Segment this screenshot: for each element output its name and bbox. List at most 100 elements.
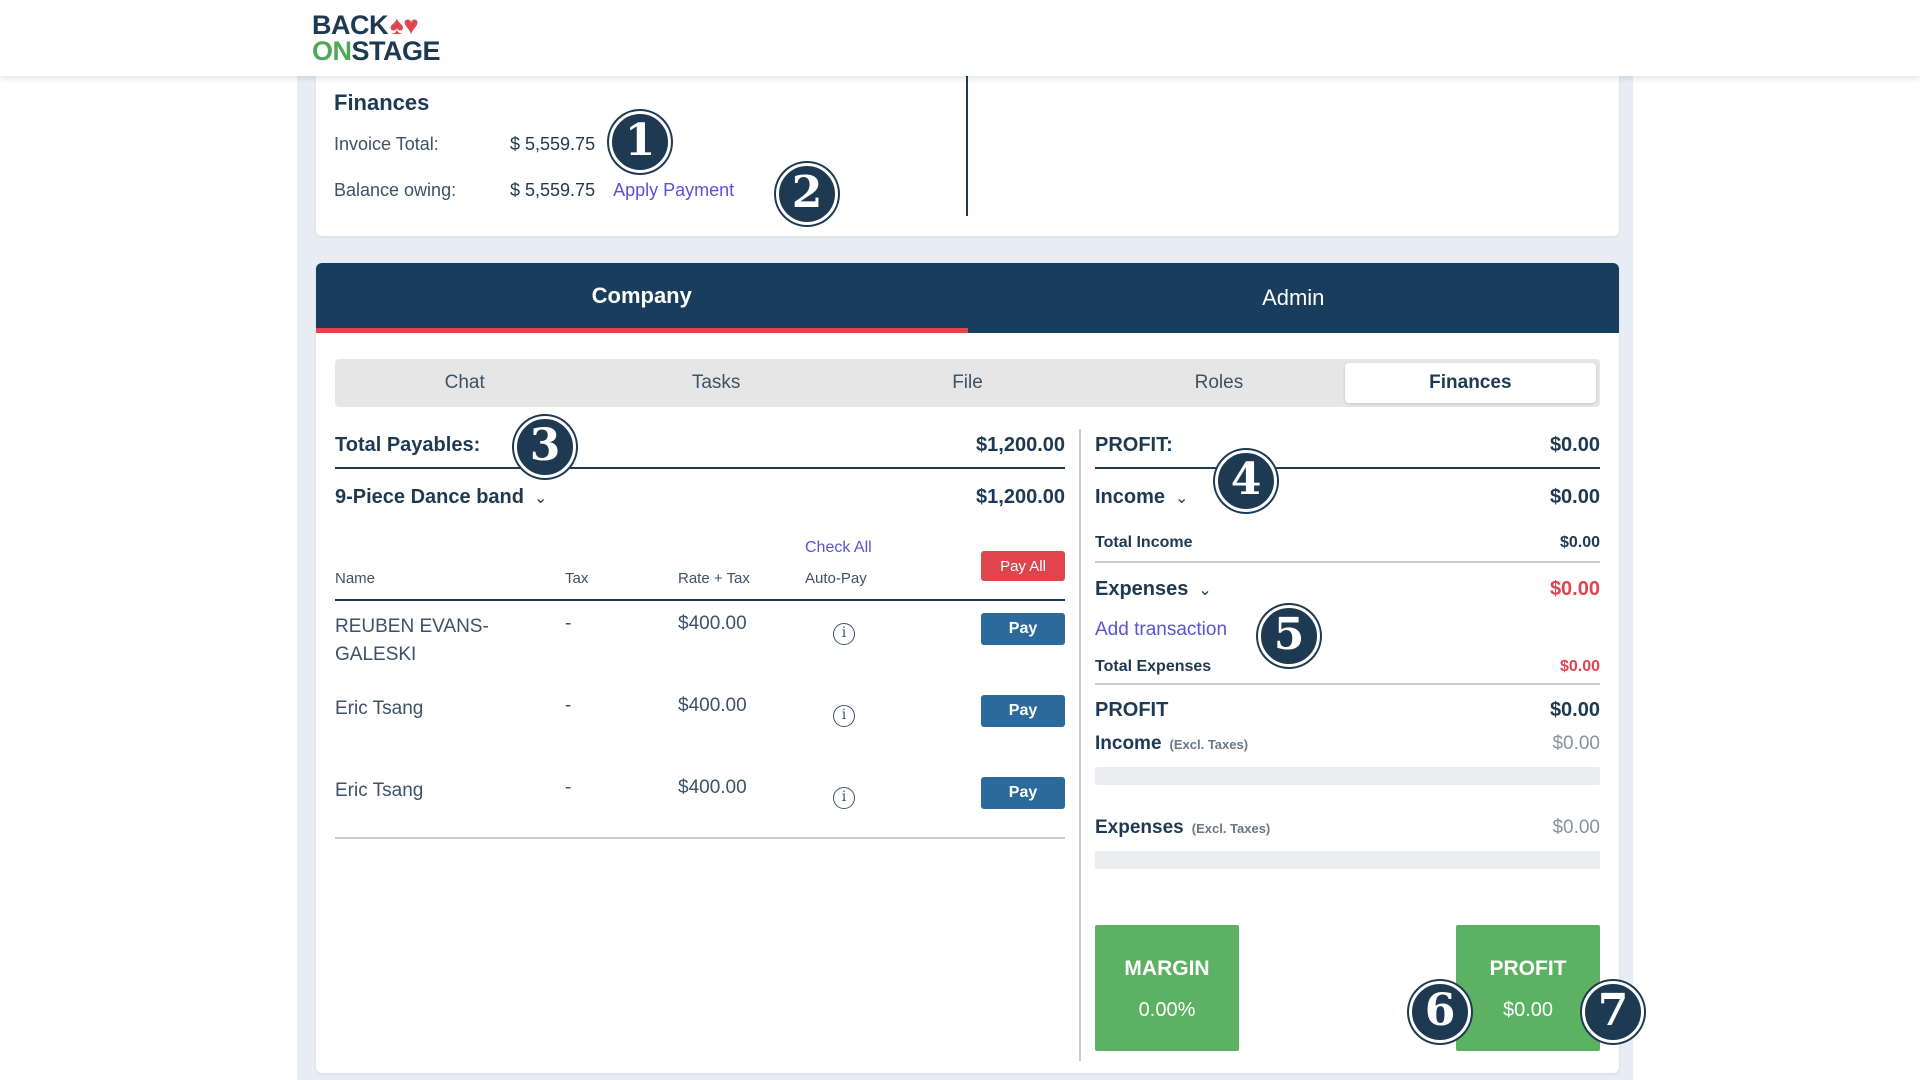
expenses-excl-row: Expenses (Excl. Taxes) $0.00 bbox=[1095, 813, 1600, 843]
income-excl-label: Income bbox=[1095, 733, 1162, 754]
income-header[interactable]: Income ⌄ $0.00 bbox=[1095, 469, 1600, 525]
payee-tax: - bbox=[565, 613, 572, 634]
callout-4: 4 bbox=[1215, 450, 1277, 512]
income-progress-bar bbox=[1095, 767, 1600, 785]
callout-5: 5 bbox=[1258, 605, 1320, 667]
payee-rate: $400.00 bbox=[678, 777, 747, 798]
profit-summary-label: PROFIT bbox=[1095, 698, 1169, 721]
margin-tile: MARGIN 0.00% bbox=[1095, 925, 1239, 1051]
invoice-total-value: $ 5,559.75 bbox=[510, 134, 596, 154]
payee-name: REUBEN EVANS-GALESKI bbox=[335, 616, 489, 665]
total-payables-row: Total Payables: $1,200.00 bbox=[335, 423, 1065, 469]
profit-summary-row: PROFIT $0.00 bbox=[1095, 691, 1600, 729]
add-transaction-link[interactable]: Add transaction bbox=[1095, 615, 1600, 651]
tab-admin[interactable]: Admin bbox=[968, 263, 1620, 333]
app: BACK ♠♥ ONSTAGE Finances Invoice Total: $ … bbox=[0, 0, 1920, 1080]
apply-payment-link[interactable]: Apply Payment bbox=[613, 180, 734, 200]
col-name: Name bbox=[335, 570, 376, 587]
balance-owing-value: $ 5,559.75 bbox=[510, 180, 596, 200]
finances-title: Finances bbox=[334, 90, 430, 115]
expenses-progress-bar bbox=[1095, 851, 1600, 869]
profit-tile-label: PROFIT bbox=[1489, 957, 1567, 980]
income-value: $0.00 bbox=[1549, 485, 1600, 508]
payee-rate: $400.00 bbox=[678, 613, 747, 634]
logo[interactable]: BACK ♠♥ ONSTAGE bbox=[312, 10, 441, 66]
invoice-total-row: Invoice Total: $ 5,559.75 bbox=[334, 134, 595, 155]
payee-tax: - bbox=[565, 695, 572, 716]
logo-line1: BACK bbox=[312, 10, 389, 40]
profit-summary-value: $0.00 bbox=[1549, 698, 1600, 721]
chevron-down-icon[interactable]: ⌄ bbox=[1198, 580, 1211, 600]
margin-label: MARGIN bbox=[1124, 957, 1210, 980]
total-expenses-value: $0.00 bbox=[1559, 658, 1600, 675]
subtab-roles[interactable]: Roles bbox=[1093, 363, 1344, 403]
excl-taxes-note: (Excl. Taxes) bbox=[1191, 821, 1271, 836]
tab-company[interactable]: Company bbox=[316, 263, 968, 333]
total-payables-label: Total Payables: bbox=[335, 433, 481, 456]
chevron-down-icon[interactable]: ⌄ bbox=[1175, 488, 1188, 508]
total-expenses-row: Total Expenses $0.00 bbox=[1095, 651, 1600, 685]
pay-all-button[interactable]: Pay All bbox=[981, 551, 1065, 581]
pay-button[interactable]: Pay bbox=[981, 613, 1065, 645]
payables-panel: Total Payables: $1,200.00 9-Piece Dance … bbox=[335, 423, 1065, 847]
total-payables-value: $1,200.00 bbox=[976, 433, 1065, 456]
income-excl-row: Income (Excl. Taxes) $0.00 bbox=[1095, 729, 1600, 759]
callout-3: 3 bbox=[514, 416, 576, 478]
logo-figures-icon: ♠♥ bbox=[390, 10, 419, 40]
profit-label: PROFIT: bbox=[1095, 433, 1173, 456]
main-card: Company Admin Chat Tasks File Roles Fina… bbox=[316, 263, 1619, 1073]
payee-name: Eric Tsang bbox=[335, 698, 424, 719]
profit-row: PROFIT: $0.00 bbox=[1095, 423, 1600, 469]
expenses-excl-label: Expenses bbox=[1095, 817, 1184, 838]
finances-card: Finances Invoice Total: $ 5,559.75 Balanc… bbox=[316, 76, 1619, 236]
info-icon[interactable]: i bbox=[833, 705, 855, 727]
total-income-value: $0.00 bbox=[1559, 534, 1600, 551]
chevron-down-icon[interactable]: ⌄ bbox=[534, 488, 547, 508]
pay-button[interactable]: Pay bbox=[981, 695, 1065, 727]
income-excl-value: $0.00 bbox=[1552, 733, 1600, 754]
info-icon[interactable]: i bbox=[833, 787, 855, 809]
sub-tabs: Chat Tasks File Roles Finances bbox=[335, 359, 1600, 407]
payables-table-header: Name Tax Rate + Tax Check All Auto-Pay P… bbox=[335, 525, 1065, 601]
card-divider bbox=[966, 76, 968, 216]
payable-group-name: 9-Piece Dance band bbox=[335, 485, 524, 508]
payable-group-header[interactable]: 9-Piece Dance band ⌄ $1,200.00 bbox=[335, 469, 1065, 525]
table-row: Eric Tsang - $400.00 i Pay bbox=[335, 765, 1065, 847]
main-tabs: Company Admin bbox=[316, 263, 1619, 333]
payee-name: Eric Tsang bbox=[335, 780, 424, 801]
check-all-link[interactable]: Check All bbox=[805, 539, 872, 557]
logo-line2-b: STAGE bbox=[351, 36, 441, 66]
logo-line2-a: ON bbox=[312, 36, 352, 66]
profit-tile-value: $0.00 bbox=[1502, 999, 1554, 1021]
callout-2: 2 bbox=[776, 163, 838, 225]
info-icon[interactable]: i bbox=[833, 623, 855, 645]
callout-1: 1 bbox=[609, 111, 671, 173]
subtab-tasks[interactable]: Tasks bbox=[590, 363, 841, 403]
callout-7: 7 bbox=[1582, 981, 1644, 1043]
total-income-row: Total Income $0.00 bbox=[1095, 525, 1600, 563]
column-divider bbox=[1079, 429, 1081, 1061]
payee-tax: - bbox=[565, 777, 572, 798]
col-tax: Tax bbox=[565, 570, 589, 587]
expenses-header[interactable]: Expenses ⌄ $0.00 bbox=[1095, 563, 1600, 615]
col-rate: Rate + Tax bbox=[678, 570, 750, 587]
subtab-finances[interactable]: Finances bbox=[1344, 363, 1597, 403]
profit-value: $0.00 bbox=[1549, 433, 1600, 456]
callout-6: 6 bbox=[1409, 981, 1471, 1043]
excl-taxes-note: (Excl. Taxes) bbox=[1169, 737, 1249, 752]
profit-tile: PROFIT $0.00 bbox=[1456, 925, 1600, 1051]
expenses-excl-value: $0.00 bbox=[1552, 817, 1600, 838]
col-autopay: Auto-Pay bbox=[805, 570, 867, 587]
invoice-total-label: Invoice Total: bbox=[334, 134, 439, 154]
subtab-file[interactable]: File bbox=[842, 363, 1093, 403]
total-expenses-label: Total Expenses bbox=[1095, 658, 1212, 675]
payee-rate: $400.00 bbox=[678, 695, 747, 716]
balance-owing-row: Balance owing: $ 5,559.75 Apply Payment bbox=[334, 180, 734, 201]
expenses-value: $0.00 bbox=[1549, 577, 1600, 600]
table-row: Eric Tsang - $400.00 i Pay bbox=[335, 683, 1065, 765]
income-label: Income bbox=[1095, 485, 1166, 508]
summary-panel: PROFIT: $0.00 Income ⌄ $0.00 Total Income… bbox=[1095, 423, 1600, 869]
pay-button[interactable]: Pay bbox=[981, 777, 1065, 809]
payable-group-value: $1,200.00 bbox=[976, 485, 1065, 508]
subtab-chat[interactable]: Chat bbox=[339, 363, 590, 403]
